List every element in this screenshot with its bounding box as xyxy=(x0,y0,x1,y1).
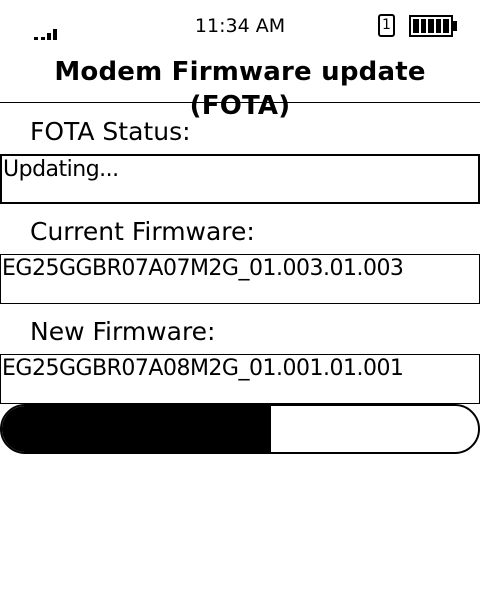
title-divider xyxy=(0,102,480,103)
new-firmware-field: EG25GGBR07A08M2G_01.001.01.001 xyxy=(0,354,480,404)
sim-slot-icon: 1 xyxy=(378,14,395,37)
fota-status-label: FOTA Status: xyxy=(30,117,191,146)
battery-tip xyxy=(453,21,457,31)
status-bar: 11:34 AM 1 xyxy=(0,0,480,46)
current-firmware-label: Current Firmware: xyxy=(30,217,255,246)
progress-fill xyxy=(2,406,271,452)
current-firmware-field: EG25GGBR07A07M2G_01.003.01.003 xyxy=(0,254,480,304)
update-progress-bar xyxy=(0,404,480,454)
page-title: Modem Firmware update (FOTA) xyxy=(54,57,426,121)
battery-full-icon xyxy=(409,15,453,37)
new-firmware-label: New Firmware: xyxy=(30,317,216,346)
clock: 11:34 AM xyxy=(194,15,286,37)
fota-status-field: Updating... xyxy=(0,154,480,204)
